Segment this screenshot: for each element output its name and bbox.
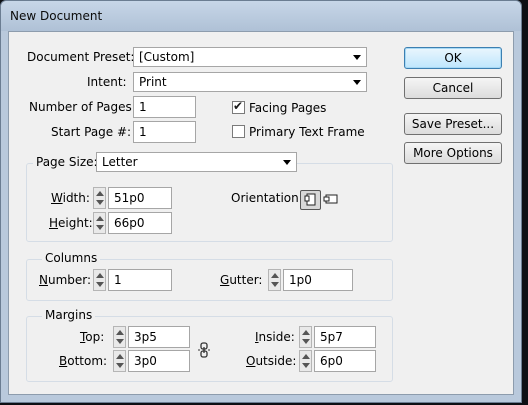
primary-text-frame-checkbox[interactable] bbox=[232, 125, 245, 138]
width-stepper[interactable] bbox=[93, 187, 106, 209]
gutter-stepper[interactable] bbox=[268, 269, 281, 291]
columns-number-input[interactable] bbox=[109, 270, 171, 290]
inside-margin-stepper[interactable] bbox=[299, 326, 312, 348]
outside-margin-stepper[interactable] bbox=[299, 350, 312, 372]
number-of-pages-field[interactable] bbox=[133, 96, 196, 118]
primary-text-frame-label: Primary Text Frame bbox=[249, 125, 365, 139]
facing-pages-label: Facing Pages bbox=[249, 101, 327, 115]
checkmark-icon: ✔ bbox=[233, 99, 244, 113]
columns-number-label: Number: bbox=[39, 273, 92, 287]
cancel-button[interactable]: Cancel bbox=[404, 77, 502, 99]
bottom-margin-label: Bottom: bbox=[59, 354, 108, 368]
start-page-input[interactable] bbox=[134, 122, 195, 142]
inside-margin-label: Inside: bbox=[255, 330, 295, 344]
decrement-arrow-icon[interactable] bbox=[302, 339, 310, 344]
top-margin-field[interactable] bbox=[128, 326, 190, 348]
increment-arrow-icon[interactable] bbox=[271, 273, 279, 278]
number-of-pages-input[interactable] bbox=[134, 97, 195, 117]
decrement-arrow-icon[interactable] bbox=[116, 339, 124, 344]
increment-arrow-icon[interactable] bbox=[96, 273, 104, 278]
increment-arrow-icon[interactable] bbox=[116, 354, 124, 359]
bottom-margin-input[interactable] bbox=[129, 351, 189, 371]
decrement-arrow-icon[interactable] bbox=[302, 363, 310, 368]
top-margin-input[interactable] bbox=[129, 327, 189, 347]
increment-arrow-icon[interactable] bbox=[96, 216, 104, 221]
inside-margin-input[interactable] bbox=[315, 327, 375, 347]
intent-label: Intent: bbox=[87, 75, 127, 89]
increment-arrow-icon[interactable] bbox=[116, 330, 124, 335]
columns-title: Columns bbox=[42, 251, 101, 265]
height-label: Height: bbox=[49, 216, 93, 230]
number-of-pages-label: Number of Pages: bbox=[29, 100, 136, 114]
page-size-value: Letter bbox=[102, 155, 138, 169]
width-input[interactable] bbox=[109, 188, 171, 208]
portrait-orientation-button[interactable] bbox=[300, 190, 321, 210]
columns-number-field[interactable] bbox=[108, 269, 172, 291]
more-options-button[interactable]: More Options bbox=[404, 142, 502, 164]
width-field[interactable] bbox=[108, 187, 172, 209]
document-preset-label: Document Preset: bbox=[27, 50, 135, 64]
document-preset-dropdown[interactable]: [Custom] bbox=[133, 47, 367, 67]
chevron-down-icon bbox=[283, 160, 291, 165]
increment-arrow-icon[interactable] bbox=[302, 354, 310, 359]
top-margin-stepper[interactable] bbox=[113, 326, 126, 348]
increment-arrow-icon[interactable] bbox=[302, 330, 310, 335]
margins-title: Margins bbox=[42, 308, 96, 322]
height-input[interactable] bbox=[109, 213, 171, 233]
intent-dropdown[interactable]: Print bbox=[133, 72, 367, 92]
document-preset-value: [Custom] bbox=[139, 50, 195, 64]
decrement-arrow-icon[interactable] bbox=[96, 200, 104, 205]
bottom-margin-field[interactable] bbox=[128, 350, 190, 372]
dialog-body: Document Preset: [Custom] Intent: Print … bbox=[8, 31, 514, 395]
decrement-arrow-icon[interactable] bbox=[271, 282, 279, 287]
orientation-label: Orientation: bbox=[231, 191, 303, 205]
width-label: Width: bbox=[51, 191, 90, 205]
chain-link-icon[interactable] bbox=[196, 342, 212, 358]
title-bar[interactable]: New Document bbox=[1, 1, 521, 31]
chevron-down-icon bbox=[353, 55, 361, 60]
new-document-dialog: New Document Document Preset: [Custom] I… bbox=[0, 0, 522, 403]
outside-margin-input[interactable] bbox=[315, 351, 375, 371]
ok-button[interactable]: OK bbox=[404, 47, 502, 69]
chevron-down-icon bbox=[353, 80, 361, 85]
dialog-title: New Document bbox=[10, 9, 103, 23]
landscape-page-icon bbox=[323, 194, 338, 204]
decrement-arrow-icon[interactable] bbox=[96, 225, 104, 230]
facing-pages-checkbox[interactable]: ✔ bbox=[232, 99, 245, 114]
outside-margin-field[interactable] bbox=[314, 350, 376, 372]
height-field[interactable] bbox=[108, 212, 172, 234]
intent-value: Print bbox=[139, 75, 167, 89]
decrement-arrow-icon[interactable] bbox=[116, 363, 124, 368]
bottom-margin-stepper[interactable] bbox=[113, 350, 126, 372]
height-stepper[interactable] bbox=[93, 212, 106, 234]
inside-margin-field[interactable] bbox=[314, 326, 376, 348]
increment-arrow-icon[interactable] bbox=[96, 191, 104, 196]
gutter-input[interactable] bbox=[284, 270, 352, 290]
landscape-orientation-button[interactable] bbox=[322, 190, 343, 210]
decrement-arrow-icon[interactable] bbox=[96, 282, 104, 287]
columns-number-stepper[interactable] bbox=[93, 269, 106, 291]
top-margin-label: Top: bbox=[80, 330, 105, 344]
portrait-page-icon bbox=[304, 193, 316, 206]
save-preset-button[interactable]: Save Preset... bbox=[404, 113, 502, 135]
outside-margin-label: Outside: bbox=[246, 354, 297, 368]
page-size-dropdown[interactable]: Letter bbox=[96, 152, 297, 172]
gutter-field[interactable] bbox=[283, 269, 353, 291]
start-page-field[interactable] bbox=[133, 121, 196, 143]
start-page-label: Start Page #: bbox=[51, 125, 132, 139]
page-size-label: Page Size: bbox=[33, 155, 101, 169]
gutter-label: Gutter: bbox=[220, 273, 263, 287]
